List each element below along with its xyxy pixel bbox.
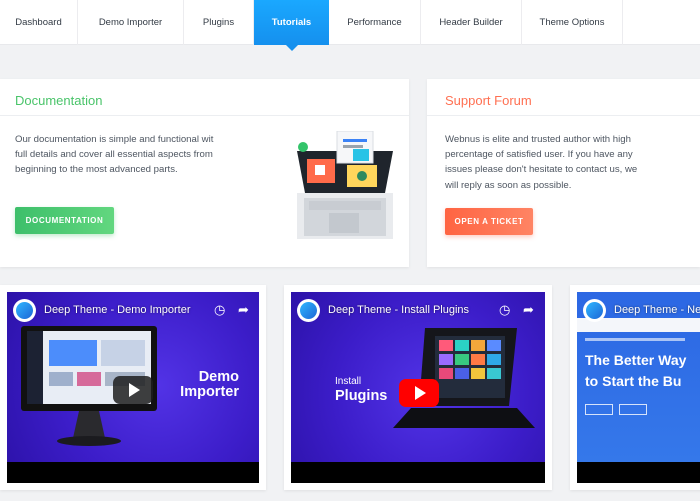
play-button[interactable]	[399, 379, 439, 407]
video-overlay-text: The Better Way to Start the Bu	[585, 350, 686, 392]
tab-demo-importer[interactable]: Demo Importer	[78, 0, 184, 45]
support-text: Webnus is elite and trusted author with …	[445, 134, 638, 191]
documentation-text: Our documentation is simple and function…	[15, 134, 214, 176]
top-nav: Dashboard Demo Importer Plugins Tutorial…	[0, 0, 700, 51]
divider	[427, 115, 700, 116]
tab-header-builder[interactable]: Header Builder	[421, 0, 522, 45]
documentation-title: Documentation	[15, 93, 103, 108]
watch-later-icon[interactable]: ◷	[499, 302, 510, 318]
video-overlay-text: Demo Importer	[180, 370, 239, 400]
video-card-install-plugins[interactable]: Install Plugins Deep Theme - Install Plu…	[284, 285, 552, 490]
tab-theme-options[interactable]: Theme Options	[522, 0, 623, 45]
divider	[0, 115, 409, 116]
video-title[interactable]: Deep Theme - Ne	[614, 304, 700, 316]
play-button[interactable]	[113, 376, 153, 404]
video-title[interactable]: Deep Theme - Demo Importer	[44, 304, 191, 316]
support-card: Support Forum Webnus is elite and truste…	[427, 79, 700, 267]
share-icon[interactable]: ➦	[238, 302, 249, 318]
overlay-line: to Start the Bu	[585, 373, 682, 389]
watch-later-icon[interactable]: ◷	[214, 302, 225, 318]
channel-logo	[297, 299, 320, 322]
documentation-card: Documentation Our documentation is simpl…	[0, 79, 409, 267]
channel-logo	[583, 299, 606, 322]
overlay-line: Importer	[180, 384, 239, 400]
overlay-line: The Better Way	[585, 352, 687, 368]
tab-tutorials[interactable]: Tutorials	[254, 0, 329, 51]
video-player[interactable]: The Better Way to Start the Bu Deep Them…	[577, 292, 700, 483]
share-icon[interactable]: ➦	[523, 302, 534, 318]
video-card-partial[interactable]: The Better Way to Start the Bu Deep Them…	[570, 285, 700, 490]
open-ticket-button[interactable]: OPEN A TICKET	[445, 208, 533, 235]
overlay-line: Plugins	[335, 388, 388, 404]
support-title: Support Forum	[445, 93, 532, 108]
tab-dashboard[interactable]: Dashboard	[0, 0, 78, 45]
video-card-demo-importer[interactable]: Demo Importer Deep Theme - Demo Importer…	[0, 285, 266, 490]
tab-performance[interactable]: Performance	[329, 0, 421, 45]
video-overlay-text: Install Plugins	[335, 374, 387, 404]
subtitle-line	[585, 338, 685, 341]
video-player[interactable]: Install Plugins Deep Theme - Install Plu…	[291, 292, 545, 483]
overlay-line: Demo	[198, 369, 239, 385]
cta-button	[585, 404, 613, 415]
documentation-button[interactable]: DOCUMENTATION	[15, 207, 114, 234]
channel-logo	[13, 299, 36, 322]
tab-plugins[interactable]: Plugins	[184, 0, 254, 45]
video-title[interactable]: Deep Theme - Install Plugins	[328, 304, 469, 316]
overlay-line: Install	[335, 376, 362, 387]
video-player[interactable]: Demo Importer Deep Theme - Demo Importer…	[7, 292, 259, 483]
laptop-illustration-icon	[297, 131, 393, 239]
cta-button	[619, 404, 647, 415]
